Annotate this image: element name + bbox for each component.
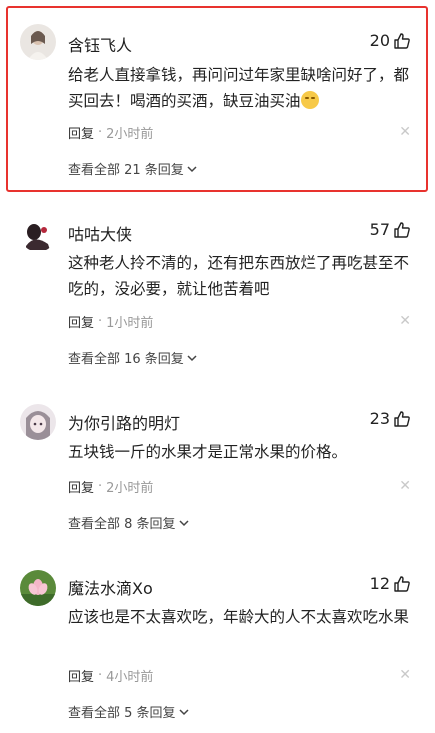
thumbs-up-icon — [394, 32, 410, 49]
comment-meta: 回复 · 1小时前 — [68, 312, 153, 331]
timestamp: 1小时前 — [106, 316, 154, 331]
like-count: 20 — [369, 31, 390, 50]
comment-text: 应该也是不太喜欢吃，年龄大的人不太喜欢吃水果 — [68, 608, 410, 626]
chevron-down-icon — [179, 708, 189, 715]
chevron-down-icon — [187, 354, 197, 361]
meta-separator: · — [98, 125, 103, 140]
meta-separator: · — [98, 314, 103, 329]
timestamp: 4小时前 — [106, 670, 154, 685]
like-count: 12 — [369, 574, 390, 593]
timestamp: 2小时前 — [106, 127, 154, 142]
avatar-dark-figure-icon — [20, 216, 56, 252]
view-replies-link[interactable]: 查看全部 8 条回复 — [68, 513, 190, 532]
chevron-down-icon — [179, 519, 189, 526]
avatar[interactable] — [20, 216, 56, 252]
like-count: 23 — [369, 409, 390, 428]
username[interactable]: 咕咕大侠 — [68, 221, 132, 245]
comment-text: 给老人直接拿钱，再问问过年家里缺啥问好了，都买回去！喝酒的买酒，缺豆油买油 — [68, 62, 413, 114]
comment-text: 这种老人拎不清的，还有把东西放烂了再吃甚至不吃的，没必要，就让他苦着吧 — [68, 254, 410, 298]
view-replies-link[interactable]: 查看全部 5 条回复 — [68, 702, 190, 721]
timestamp: 2小时前 — [106, 481, 154, 496]
reply-button[interactable]: 回复 — [68, 123, 94, 142]
username[interactable]: 魔法水滴Xo — [68, 575, 153, 599]
comment-meta: 回复 · 2小时前 — [68, 123, 153, 142]
replies-label: 查看全部 8 条回复 — [68, 517, 176, 532]
avatar-woman-photo-icon — [20, 24, 56, 60]
username[interactable]: 为你引路的明灯 — [68, 410, 180, 434]
close-icon[interactable]: ✕ — [399, 125, 411, 139]
close-icon[interactable]: ✕ — [399, 479, 411, 493]
view-replies-link[interactable]: 查看全部 21 条回复 — [68, 159, 198, 178]
comment-meta: 回复 · 4小时前 — [68, 666, 153, 685]
like-button[interactable]: 12 — [370, 574, 411, 593]
username[interactable]: 含钰飞人 — [68, 32, 132, 56]
meta-separator: · — [98, 668, 103, 683]
replies-label: 查看全部 5 条回复 — [68, 706, 176, 721]
replies-label: 查看全部 21 条回复 — [68, 163, 184, 178]
like-button[interactable]: 57 — [370, 220, 411, 239]
thumbs-up-icon — [394, 575, 410, 592]
replies-label: 查看全部 16 条回复 — [68, 352, 184, 367]
close-icon[interactable]: ✕ — [399, 314, 411, 328]
comment-meta: 回复 · 2小时前 — [68, 477, 153, 496]
avatar[interactable] — [20, 404, 56, 440]
smirk-emoji-icon — [300, 91, 319, 109]
thumbs-up-icon — [394, 410, 410, 427]
avatar-anime-girl-icon — [20, 404, 56, 440]
like-button[interactable]: 20 — [370, 31, 411, 50]
avatar[interactable] — [20, 570, 56, 606]
like-button[interactable]: 23 — [370, 409, 411, 428]
comment-text-body: 给老人直接拿钱，再问问过年家里缺啥问好了，都买回去！喝酒的买酒，缺豆油买油 — [68, 66, 410, 110]
like-count: 57 — [369, 220, 390, 239]
thumbs-up-icon — [394, 221, 410, 238]
reply-button[interactable]: 回复 — [68, 666, 94, 685]
avatar-lotus-flower-icon — [20, 570, 56, 606]
reply-button[interactable]: 回复 — [68, 312, 94, 331]
meta-separator: · — [98, 479, 103, 494]
chevron-down-icon — [187, 165, 197, 172]
close-icon[interactable]: ✕ — [399, 668, 411, 682]
avatar[interactable] — [20, 24, 56, 60]
comment-text: 五块钱一斤的水果才是正常水果的价格。 — [68, 443, 348, 461]
reply-button[interactable]: 回复 — [68, 477, 94, 496]
view-replies-link[interactable]: 查看全部 16 条回复 — [68, 348, 198, 367]
